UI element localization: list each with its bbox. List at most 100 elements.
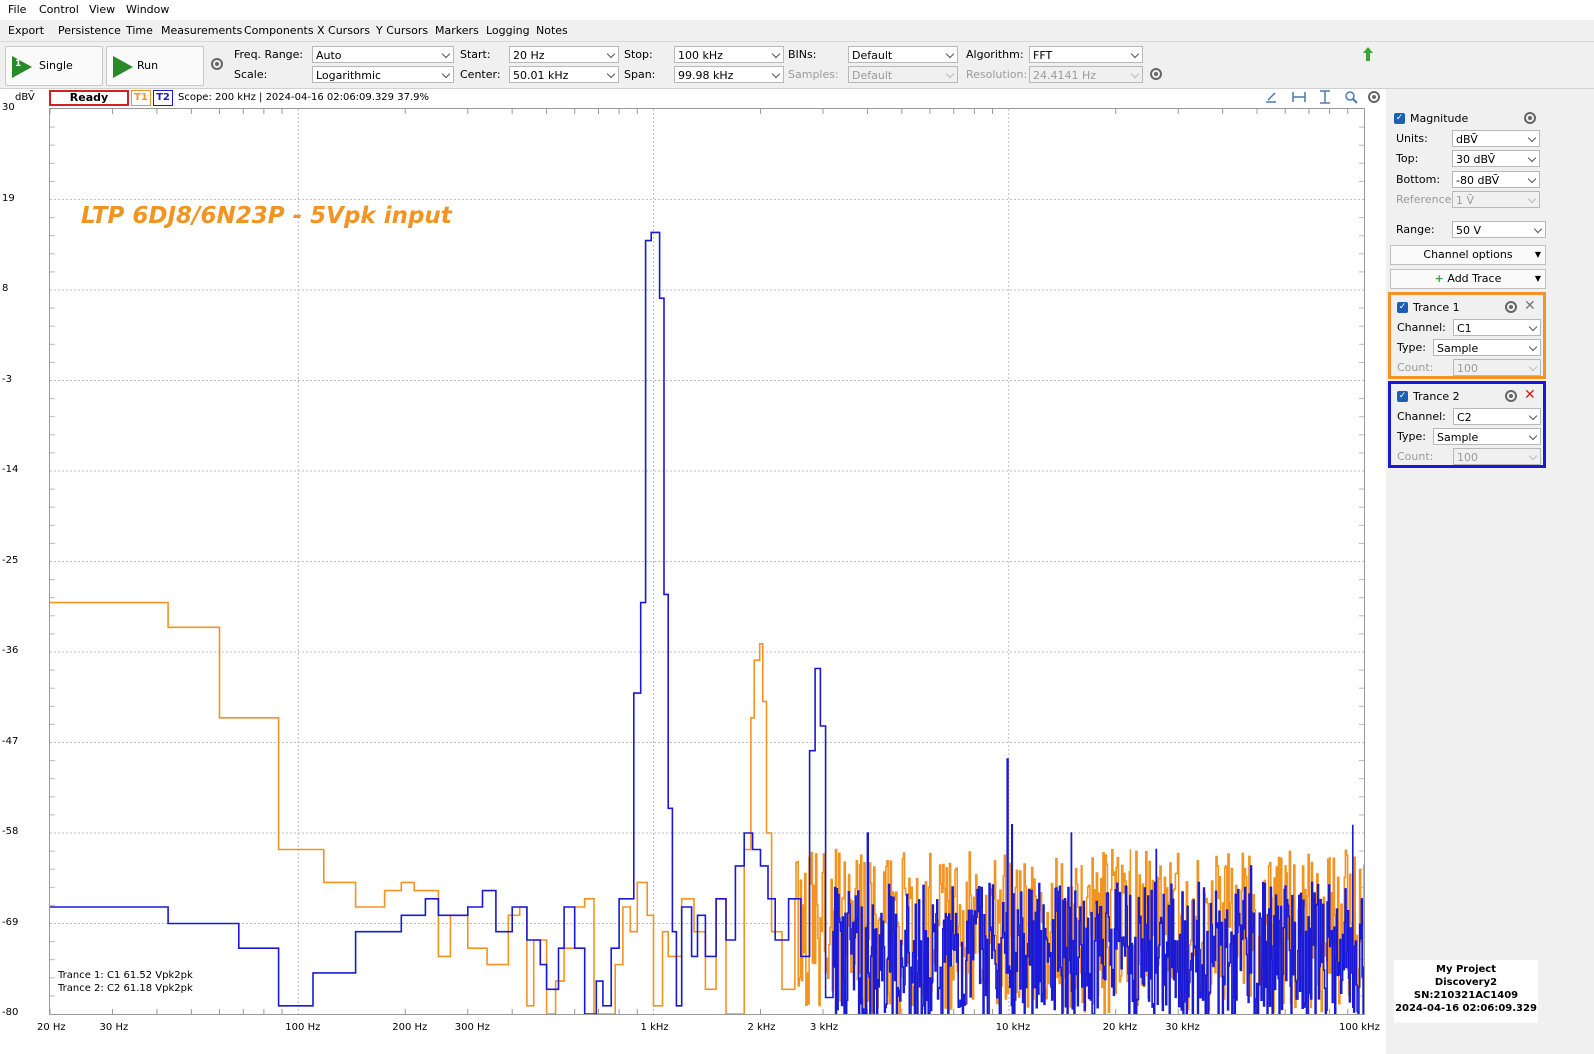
chevron-down-icon bbox=[606, 69, 616, 79]
trace1-count-label: Count: bbox=[1397, 361, 1434, 374]
traces bbox=[50, 231, 1364, 1014]
legend-trace1: Trance 1: C1 61.52 Vpk2pk bbox=[58, 970, 193, 981]
chevron-down-icon bbox=[1528, 322, 1538, 332]
trace1-channel-select[interactable]: C1 bbox=[1453, 319, 1541, 336]
trace1-panel: ✓ Trance 1 ✕ Channel: C1 Type: Sample Co… bbox=[1388, 292, 1546, 379]
dropdown-arrow-icon: ▼ bbox=[1534, 250, 1541, 259]
freq-range-label: Freq. Range: bbox=[234, 48, 304, 61]
units-select[interactable]: dBV̄ bbox=[1452, 130, 1540, 147]
trace2-tag[interactable]: T2 bbox=[153, 90, 173, 106]
start-input[interactable]: 20 Hz bbox=[509, 46, 619, 63]
chevron-down-icon bbox=[1533, 224, 1543, 234]
reference-label: Reference: bbox=[1396, 193, 1456, 206]
trace1-checkbox[interactable]: ✓ bbox=[1397, 302, 1408, 313]
trace1-close-icon[interactable]: ✕ bbox=[1524, 298, 1536, 314]
magnitude-checkbox[interactable]: ✓ bbox=[1394, 113, 1405, 124]
y-tick-label: -36 bbox=[2, 645, 19, 656]
x-tick-label: 10 kHz bbox=[995, 1022, 1031, 1033]
submenu-components[interactable]: Components bbox=[244, 24, 314, 37]
single-button[interactable]: 1 Single bbox=[5, 46, 103, 86]
menu-control[interactable]: Control bbox=[39, 3, 79, 16]
trace2-close-icon[interactable]: ✕ bbox=[1524, 387, 1536, 403]
trace2-count-label: Count: bbox=[1397, 450, 1434, 463]
bins-select[interactable]: Default bbox=[848, 46, 958, 63]
trace2-panel: ✓ Trance 2 ✕ Channel: C2 Type: Sample Co… bbox=[1388, 381, 1546, 468]
submenu-y-cursors[interactable]: Y Cursors bbox=[376, 24, 428, 37]
chevron-down-icon bbox=[1527, 153, 1537, 163]
algorithm-select[interactable]: FFT bbox=[1029, 46, 1143, 63]
project-info: My Project Discovery2 SN:210321AC1409 20… bbox=[1394, 960, 1538, 1023]
fit-vertical-icon[interactable] bbox=[1318, 90, 1332, 104]
menu-window[interactable]: Window bbox=[126, 3, 169, 16]
grid bbox=[50, 109, 1364, 1014]
arrow-up-icon[interactable] bbox=[1362, 46, 1374, 62]
autoscale-icon[interactable] bbox=[1264, 90, 1278, 104]
freq-range-select[interactable]: Auto bbox=[312, 46, 454, 63]
trace2-type-select[interactable]: Sample bbox=[1433, 428, 1541, 445]
add-trace-button[interactable]: + Add Trace ▼ bbox=[1390, 269, 1546, 289]
submenu-measurements[interactable]: Measurements bbox=[161, 24, 242, 37]
chevron-down-icon bbox=[1528, 411, 1538, 421]
ready-status-badge: Ready bbox=[49, 90, 129, 106]
submenu-logging[interactable]: Logging bbox=[486, 24, 530, 37]
stop-input[interactable]: 100 kHz bbox=[674, 46, 784, 63]
chevron-down-icon bbox=[441, 49, 451, 59]
chevron-down-icon bbox=[771, 69, 781, 79]
project-timestamp: 2024-04-16 02:06:09.329 bbox=[1395, 1003, 1537, 1014]
trace1-tag[interactable]: T1 bbox=[131, 90, 151, 106]
trace1-type-select[interactable]: Sample bbox=[1433, 339, 1541, 356]
trace2-gear-icon[interactable] bbox=[1505, 390, 1517, 402]
x-tick-label: 100 Hz bbox=[285, 1022, 321, 1033]
trace2-channel-select[interactable]: C2 bbox=[1453, 408, 1541, 425]
submenu-notes[interactable]: Notes bbox=[536, 24, 568, 37]
spectrum-plot-area[interactable]: LTP 6DJ8/6N23P - 5Vpk input Trance 1: C1… bbox=[49, 108, 1365, 1015]
top-select[interactable]: 30 dBV̄ bbox=[1452, 150, 1540, 167]
chevron-down-icon bbox=[1528, 362, 1538, 372]
serial-number: SN:210321AC1409 bbox=[1413, 990, 1519, 1001]
status-row: dBV̄ Ready T1 T2 Scope: 200 kHz | 2024-0… bbox=[0, 89, 1404, 107]
x-tick-label: 1 kHz bbox=[640, 1022, 669, 1033]
center-input[interactable]: 50.01 kHz bbox=[509, 66, 619, 83]
stop-label: Stop: bbox=[624, 48, 653, 61]
project-name: My Project bbox=[1436, 964, 1496, 975]
menu-bar: File Control View Window bbox=[0, 0, 1594, 20]
chevron-down-icon bbox=[1527, 174, 1537, 184]
span-input[interactable]: 99.98 kHz bbox=[674, 66, 784, 83]
x-tick-label: 2 kHz bbox=[747, 1022, 776, 1033]
chevron-down-icon bbox=[1528, 342, 1538, 352]
zoom-icon[interactable] bbox=[1344, 90, 1358, 104]
algorithm-settings-gear-icon[interactable] bbox=[1150, 68, 1162, 80]
x-tick-label: 20 Hz bbox=[37, 1022, 66, 1033]
submenu-markers[interactable]: Markers bbox=[435, 24, 479, 37]
x-tick-label: 200 Hz bbox=[392, 1022, 428, 1033]
run-button[interactable]: Run bbox=[106, 46, 204, 86]
trace2-checkbox[interactable]: ✓ bbox=[1397, 391, 1408, 402]
channel-options-button[interactable]: Channel options ▼ bbox=[1390, 245, 1546, 265]
magnitude-gear-icon[interactable] bbox=[1524, 112, 1536, 124]
submenu-time[interactable]: Time bbox=[126, 24, 153, 37]
submenu-x-cursors[interactable]: X Cursors bbox=[317, 24, 370, 37]
menu-view[interactable]: View bbox=[89, 3, 115, 16]
trace1-gear-icon[interactable] bbox=[1505, 301, 1517, 313]
plus-icon: + bbox=[1434, 272, 1444, 285]
fit-horizontal-icon[interactable] bbox=[1292, 90, 1306, 104]
settings-gear-icon[interactable] bbox=[211, 58, 223, 70]
y-tick-label: -69 bbox=[2, 916, 19, 928]
span-label: Span: bbox=[624, 68, 656, 81]
start-label: Start: bbox=[460, 48, 491, 61]
menu-file[interactable]: File bbox=[8, 3, 26, 16]
plot-settings-gear-icon[interactable] bbox=[1368, 91, 1380, 103]
submenu-export[interactable]: Export bbox=[8, 24, 44, 37]
chevron-down-icon bbox=[945, 69, 955, 79]
submenu-persistence[interactable]: Persistence bbox=[58, 24, 121, 37]
range-select[interactable]: 50 V bbox=[1452, 221, 1546, 238]
trace2-title: Trance 2 bbox=[1413, 390, 1460, 403]
reference-select: 1 V̄ bbox=[1452, 191, 1540, 208]
resolution-select: 24.4141 Hz bbox=[1029, 66, 1143, 83]
y-tick-label: 30 bbox=[2, 102, 15, 113]
units-label: Units: bbox=[1396, 132, 1428, 145]
scale-select[interactable]: Logarithmic bbox=[312, 66, 454, 83]
bottom-select[interactable]: -80 dBV̄ bbox=[1452, 171, 1540, 188]
chevron-down-icon bbox=[606, 49, 616, 59]
chevron-down-icon bbox=[1527, 133, 1537, 143]
